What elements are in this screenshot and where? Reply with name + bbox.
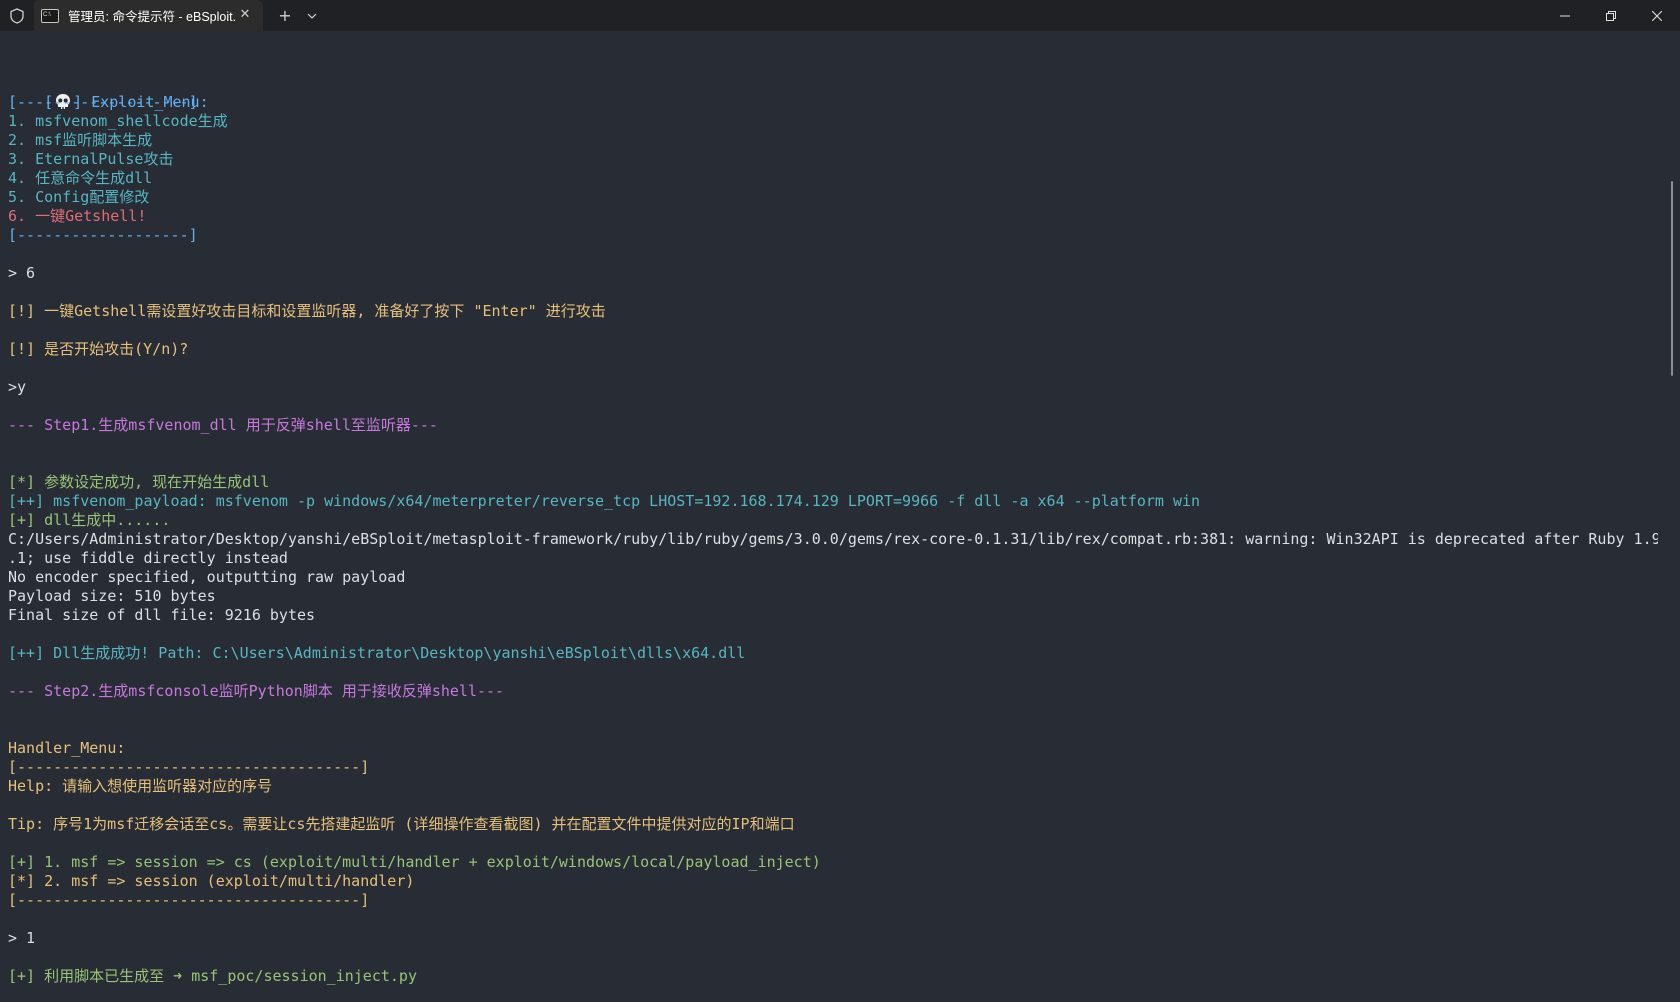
menu-border-top: [--------------------------------------]	[8, 758, 370, 776]
close-icon	[1652, 10, 1662, 21]
output-line: No encoder specified, outputting raw pay…	[8, 568, 406, 586]
minimize-button[interactable]	[1542, 0, 1588, 31]
menu-item: 6. 一键Getshell!	[8, 207, 147, 225]
output-line: Payload size: 510 bytes	[8, 587, 216, 605]
status-line: [+] 利用脚本已生成至 ➜ msf_poc/session_inject.py	[8, 967, 417, 985]
warning-line: [!] 一键Getshell需设置好攻击目标和设置监听器, 准备好了按下 "En…	[8, 302, 606, 320]
plus-icon: +	[278, 6, 292, 25]
input-prompt: >y	[8, 378, 27, 396]
handler-menu-title: Handler_Menu:	[8, 739, 126, 757]
output-line: Final size of dll file: 9216 bytes	[8, 606, 316, 624]
menu-item: [*] 2. msf => session (exploit/multi/han…	[8, 872, 415, 890]
menu-item: 3. EternalPulse攻击	[8, 150, 174, 168]
tab-close-button[interactable]: ✕	[237, 7, 253, 23]
restore-icon	[1606, 10, 1616, 21]
menu-item: [+] 1. msf => session => cs (exploit/mul…	[8, 853, 821, 871]
input-prompt: > 6	[8, 264, 36, 282]
cmd-icon	[41, 8, 59, 23]
close-button[interactable]	[1634, 0, 1680, 31]
step-header: --- Step1.生成msfvenom_dll 用于反弹shell至监听器--…	[8, 416, 438, 434]
status-line: [++] Dll生成成功! Path: C:\Users\Administrat…	[8, 644, 746, 662]
help-line: Help: 请输入想使用监听器对应的序号	[8, 777, 273, 795]
menu-item: 2. msf监听脚本生成	[8, 131, 153, 149]
menu-border-bottom: [-------------------]	[8, 226, 198, 244]
tab-terminal[interactable]: 管理员: 命令提示符 - eBSploit. ✕	[34, 0, 263, 31]
terminal-output[interactable]: [] Exploit_Menu: [-------------------] 1…	[8, 31, 1658, 1002]
tip-line: Tip: 序号1为msf迁移会话至cs。需要让cs先搭建起监听 (详细操作查看截…	[8, 815, 795, 833]
terminal-line: [] Exploit_Menu:	[8, 74, 1658, 111]
shield-icon	[0, 0, 34, 31]
menu-item: 5. Config配置修改	[8, 188, 150, 206]
chevron-down-icon	[307, 13, 317, 19]
output-line: C:/Users/Administrator/Desktop/yanshi/eB…	[8, 530, 1658, 548]
menu-item: 4. 任意命令生成dll	[8, 169, 153, 187]
restore-button[interactable]	[1588, 0, 1634, 31]
title-bar: 管理员: 命令提示符 - eBSploit. ✕ +	[0, 0, 1680, 31]
menu-item: 1. msfvenom_shellcode生成	[8, 112, 228, 130]
tab-title: 管理员: 命令提示符 - eBSploit.	[68, 10, 237, 24]
window-controls	[1542, 0, 1680, 31]
warning-line: [!] 是否开始攻击(Y/n)?	[8, 340, 189, 358]
step-header: --- Step2.生成msfconsole监听Python脚本 用于接收反弹s…	[8, 682, 505, 700]
status-line: [*] 参数设定成功, 现在开始生成dll	[8, 473, 270, 491]
minimize-icon	[1560, 15, 1570, 16]
scrollbar-thumb[interactable]	[1671, 181, 1673, 376]
status-line: [+] dll生成中......	[8, 511, 171, 529]
status-line: [++] msfvenom_payload: msfvenom -p windo…	[8, 492, 1201, 510]
output-line: .1; use fiddle directly instead	[8, 549, 288, 567]
input-prompt: > 1	[8, 929, 36, 947]
new-tab-button[interactable]: +	[269, 0, 301, 31]
menu-border-bottom: [--------------------------------------]	[8, 891, 370, 909]
tab-dropdown-button[interactable]	[301, 0, 323, 31]
menu-border-top: [-------------------]	[8, 93, 198, 111]
